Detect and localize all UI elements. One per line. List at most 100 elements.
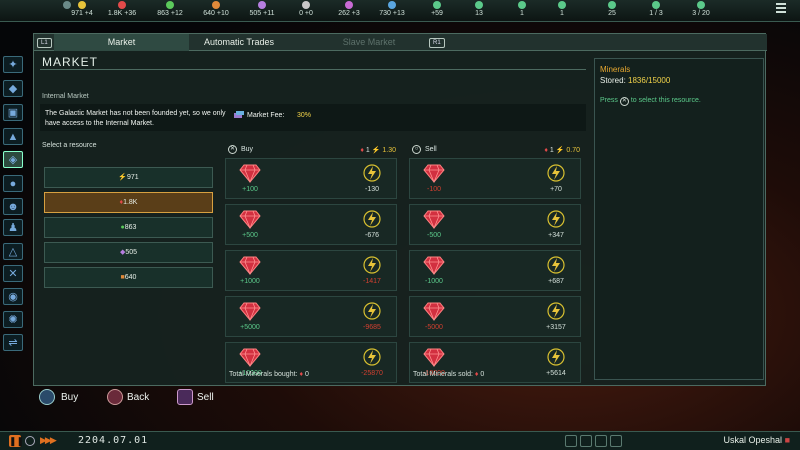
left-outliner-nav: ✦ ◆ ▣ ▲ ◈ ● ☻ ♟ △ ✕ ◉ ✺ ⇌	[0, 50, 26, 360]
game-date: 2204.07.01	[78, 435, 149, 446]
resource-alloys[interactable]: 505 +11	[242, 1, 282, 18]
resource-list-item[interactable]: ■640	[44, 267, 213, 288]
energy-icon: ⚡	[555, 147, 565, 154]
resource-amount: 1.8K	[123, 199, 138, 206]
title-divider	[40, 69, 586, 70]
sell-option-row[interactable]: -100 +70	[409, 158, 581, 199]
resource-value: 505 +11	[249, 10, 275, 17]
speed-arrows-icon[interactable]: ▶▶▶	[40, 435, 57, 446]
nav-contacts-icon[interactable]: ✦	[3, 56, 23, 73]
speed-toggle-icon[interactable]	[25, 436, 35, 446]
resource-pops[interactable]: 25	[592, 1, 632, 18]
resource-fleets[interactable]: 3 / 20	[681, 1, 721, 18]
resource-amount: 971	[127, 174, 139, 181]
buy-option-row[interactable]: +1000 -1417	[225, 250, 397, 291]
minerals-icon: ♦	[299, 371, 304, 378]
controller-hints: Buy Back Sell	[35, 389, 435, 409]
sell-option-row[interactable]: -1000 +687	[409, 250, 581, 291]
resource-value: 13	[475, 10, 483, 17]
resource-list: ⚡971 ♦1.8K ●863 ◆505 ■640	[44, 167, 213, 292]
colonies-icon	[558, 1, 566, 9]
player-name: Uskal Opeshal ■	[723, 435, 790, 445]
sell-gain: +70	[550, 186, 562, 193]
market-fee-label: Market Fee:	[247, 112, 285, 119]
tab-slave-market[interactable]: Slave Market	[314, 34, 424, 51]
menu-icon[interactable]	[776, 3, 786, 13]
sell-label: Sell	[425, 146, 437, 153]
info-text: The Galactic Market has not been founded…	[45, 110, 226, 127]
resource-food[interactable]: 863 +12	[150, 1, 190, 18]
sell-amount: -100	[426, 186, 441, 193]
resource-naval-capacity[interactable]: 13	[459, 1, 499, 18]
pause-icon[interactable]: ❚❚	[9, 435, 24, 447]
back-button[interactable]: Back	[127, 389, 149, 407]
buy-amount: +1000	[240, 278, 260, 285]
sell-option-row[interactable]: -5000 +3157	[409, 296, 581, 337]
resource-consumer-goods[interactable]: 640 +10	[196, 1, 236, 18]
energy-icon: ⚡	[371, 147, 381, 154]
resource-list-item[interactable]: ♦1.8K	[44, 192, 213, 213]
mineral-gem-icon	[239, 302, 261, 321]
nav-planets-icon[interactable]: ▲	[3, 128, 23, 145]
ship-icon[interactable]	[565, 435, 577, 447]
settings-icon[interactable]	[580, 435, 592, 447]
resource-influence[interactable]: 0 +0	[286, 1, 326, 18]
influence-icon	[302, 1, 310, 9]
outliner-icon[interactable]	[610, 435, 622, 447]
nav-leaders-icon[interactable]: ♟	[3, 219, 23, 236]
energy-bolt-icon	[547, 348, 565, 366]
resource-value: 1.8K +36	[107, 10, 137, 17]
resource-research[interactable]: 730 +13	[372, 1, 412, 18]
tab-automatic-trades[interactable]: Automatic Trades	[184, 34, 294, 51]
nav-situations-icon[interactable]: △	[3, 243, 23, 260]
r1-bumper[interactable]: R1	[429, 38, 445, 48]
resource-starbases[interactable]: 1	[502, 1, 542, 18]
nav-fleets-icon[interactable]: ◉	[3, 288, 23, 305]
resource-list-item[interactable]: ⚡971	[44, 167, 213, 188]
total-sold: Total Minerals sold: ♦ 0	[413, 371, 485, 378]
resource-amount: 863	[124, 224, 137, 231]
resource-unity[interactable]: 262 +3	[329, 1, 369, 18]
resource-value: 863 +12	[157, 10, 183, 17]
cross-button-icon	[39, 389, 55, 405]
nav-traditions-icon[interactable]: ●	[3, 175, 23, 192]
buy-button[interactable]: Buy	[61, 389, 78, 407]
resource-list-item[interactable]: ●863	[44, 217, 213, 238]
resource-value: 262 +3	[338, 10, 360, 17]
resource-energy[interactable]: 971 +4	[62, 1, 102, 18]
nav-market-icon[interactable]: ◈	[3, 151, 23, 168]
resource-amenities[interactable]: +59	[417, 1, 457, 18]
fleet-icon[interactable]	[595, 435, 607, 447]
buy-rate: ♦ 1 ⚡ 1.30	[360, 147, 396, 154]
l1-bumper[interactable]: L1	[37, 38, 52, 48]
nav-species-icon[interactable]: ☻	[3, 198, 23, 215]
resource-colonies[interactable]: 1	[542, 1, 582, 18]
buy-amount: +500	[242, 232, 258, 239]
sell-rows: -100 +70 -500 +347 -1000 +687 -5000 +3157 -10000…	[409, 158, 581, 388]
minerals-icon	[118, 1, 126, 9]
buy-option-row[interactable]: +100 -130	[225, 158, 397, 199]
buy-cost: -1417	[363, 278, 381, 285]
nav-government-icon[interactable]: ◆	[3, 80, 23, 97]
nav-ships-icon[interactable]: ⇌	[3, 334, 23, 351]
nav-galaxy-icon[interactable]: ✺	[3, 311, 23, 328]
buy-option-row[interactable]: +500 -676	[225, 204, 397, 245]
sell-amount: -5000	[425, 324, 443, 331]
sell-button[interactable]: Sell	[197, 389, 214, 407]
tab-market[interactable]: Market	[54, 34, 189, 51]
resource-value: 730 +13	[379, 10, 405, 17]
buy-option-row[interactable]: +5000 -9685	[225, 296, 397, 337]
nav-technology-icon[interactable]: ▣	[3, 104, 23, 121]
resource-minerals[interactable]: 1.8K +36	[102, 1, 142, 18]
sell-amount: -500	[426, 232, 441, 239]
energy-bolt-icon	[363, 256, 381, 274]
nav-military-icon[interactable]: ✕	[3, 265, 23, 282]
cross-button-icon: ✕	[619, 97, 629, 106]
sell-option-row[interactable]: -500 +347	[409, 204, 581, 245]
resource-systems[interactable]: 1 / 3	[636, 1, 676, 18]
buy-rows: +100 -130 +500 -676 +1000 -1417 +5000 -9685 +100…	[225, 158, 397, 388]
energy-bolt-icon	[363, 210, 381, 228]
buy-amount: +100	[242, 186, 258, 193]
resource-list-item[interactable]: ◆505	[44, 242, 213, 263]
circle-button-icon: ○	[412, 145, 421, 154]
